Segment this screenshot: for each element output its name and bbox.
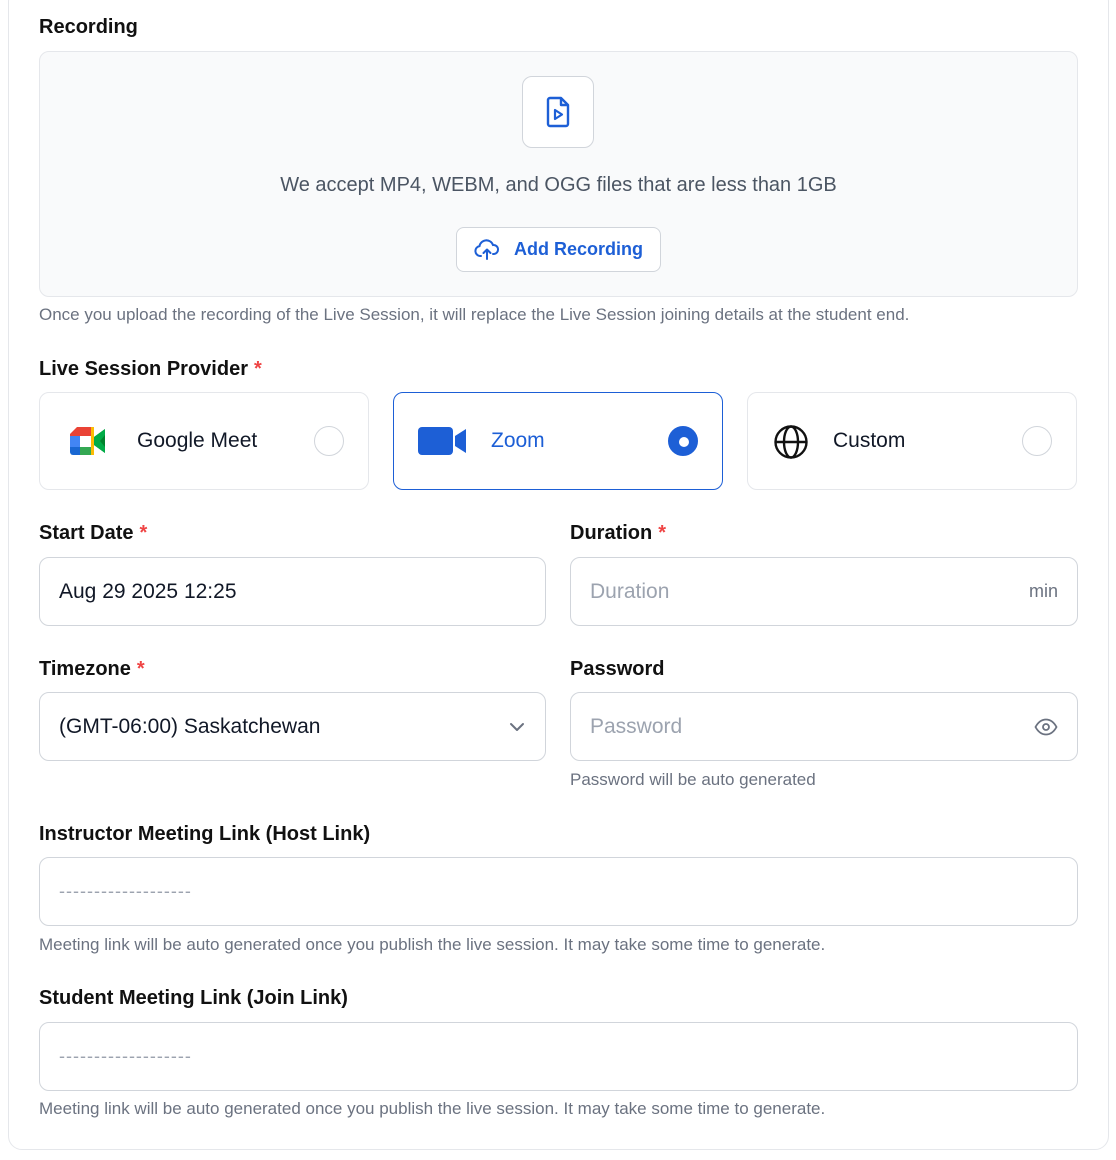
password-placeholder: Password: [590, 714, 683, 738]
recording-label: Recording: [39, 16, 138, 38]
start-date-label-text: Start Date: [39, 522, 134, 544]
timezone-select[interactable]: (GMT-06:00) Saskatchewan: [39, 692, 546, 761]
add-recording-button[interactable]: Add Recording: [456, 227, 661, 272]
timezone-label-text: Timezone: [39, 658, 131, 680]
host-link-input[interactable]: -------------------: [39, 857, 1078, 926]
required-mark: *: [658, 522, 667, 544]
host-link-label: Instructor Meeting Link (Host Link): [39, 823, 371, 845]
provider-radio[interactable]: [1022, 426, 1052, 456]
chevron-down-icon: [510, 722, 524, 731]
start-date-label: Start Date *: [39, 522, 147, 545]
provider-name: Google Meet: [137, 429, 258, 452]
provider-label: Live Session Provider *: [39, 358, 262, 381]
recording-dropzone[interactable]: We accept MP4, WEBM, and OGG files that …: [39, 51, 1078, 297]
recording-helper-text: Once you upload the recording of the Liv…: [39, 305, 910, 324]
password-helper-text: Password will be auto generated: [570, 770, 816, 789]
provider-radio-selected[interactable]: [668, 426, 698, 456]
duration-unit-suffix: min: [1028, 581, 1058, 601]
join-link-placeholder: -------------------: [59, 1046, 192, 1066]
password-label: Password: [570, 658, 665, 680]
start-date-input[interactable]: Aug 29 2025 12:25: [39, 557, 546, 626]
globe-icon: [774, 425, 808, 459]
google-meet-icon: [70, 427, 105, 455]
provider-name: Custom: [833, 429, 906, 452]
video-file-icon: [522, 76, 594, 148]
required-mark: *: [136, 658, 145, 680]
join-link-input[interactable]: -------------------: [39, 1022, 1078, 1091]
provider-name: Zoom: [491, 429, 545, 452]
duration-label-text: Duration: [570, 522, 653, 544]
duration-label: Duration *: [570, 522, 666, 545]
provider-label-text: Live Session Provider: [39, 358, 248, 380]
provider-option-zoom[interactable]: Zoom: [393, 392, 723, 490]
timezone-label: Timezone *: [39, 658, 145, 681]
password-input[interactable]: Password: [570, 692, 1078, 761]
host-link-helper-text: Meeting link will be auto generated once…: [39, 935, 826, 954]
join-link-label: Student Meeting Link (Join Link): [39, 987, 348, 1009]
required-mark: *: [139, 522, 148, 544]
join-link-helper-text: Meeting link will be auto generated once…: [39, 1099, 826, 1118]
accepted-formats-text: We accept MP4, WEBM, and OGG files that …: [280, 174, 837, 196]
provider-option-google-meet[interactable]: Google Meet: [39, 392, 369, 490]
add-recording-label: Add Recording: [514, 239, 643, 259]
upload-cloud-icon: [474, 238, 500, 260]
duration-placeholder: Duration: [590, 579, 670, 603]
host-link-placeholder: -------------------: [59, 881, 192, 901]
duration-input[interactable]: Duration min: [570, 557, 1078, 626]
provider-radio[interactable]: [314, 426, 344, 456]
required-mark: *: [253, 358, 262, 380]
eye-icon[interactable]: [1034, 718, 1058, 736]
timezone-value: (GMT-06:00) Saskatchewan: [59, 714, 321, 738]
provider-option-custom[interactable]: Custom: [747, 392, 1077, 490]
start-date-value: Aug 29 2025 12:25: [59, 579, 237, 603]
zoom-icon: [418, 427, 466, 455]
